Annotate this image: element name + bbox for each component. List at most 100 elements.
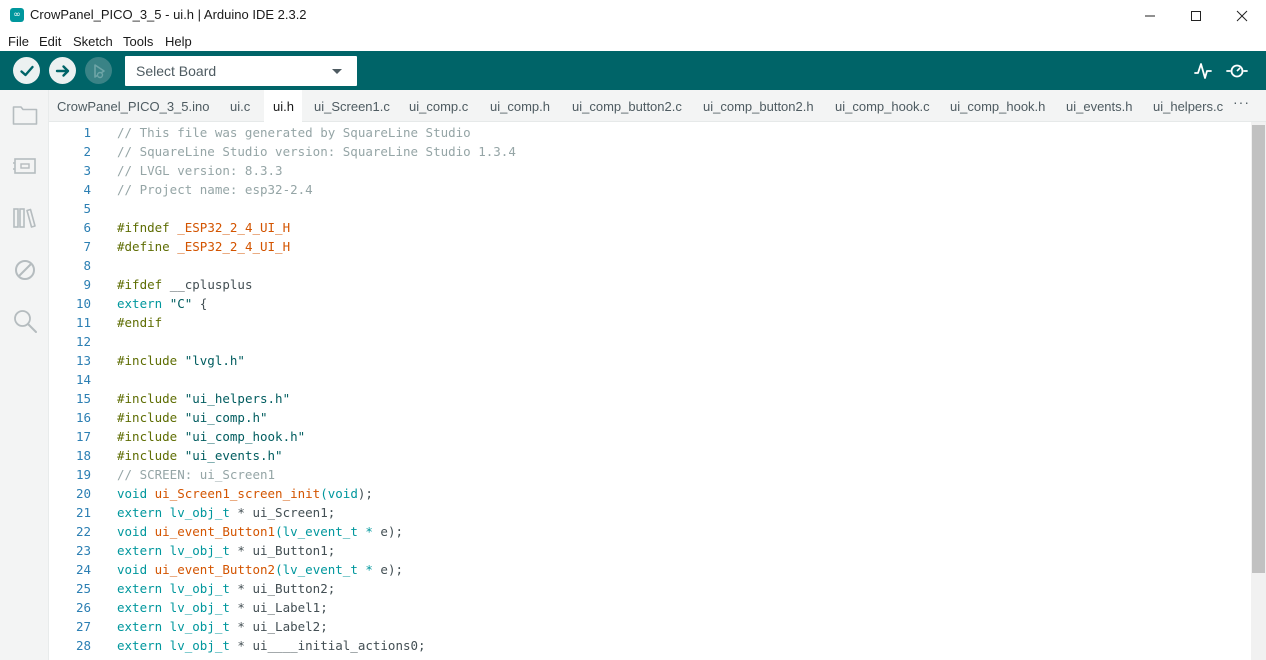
code-text: // This file was generated by SquareLine… <box>117 123 471 142</box>
code-text: #endif <box>117 313 162 332</box>
code-line: 24 void ui_event_Button2(lv_event_t * e); <box>49 560 1251 579</box>
code-text: // LVGL version: 8.3.3 <box>117 161 283 180</box>
arrow-right-icon <box>55 64 69 77</box>
tab-ui-h[interactable]: ui.h <box>264 90 302 123</box>
menu-edit[interactable]: Edit <box>39 34 61 49</box>
line-number: 10 <box>75 296 91 311</box>
code-line: 17 #include "ui_comp_hook.h" <box>49 427 1251 446</box>
code-line: 3 // LVGL version: 8.3.3 <box>49 161 1251 180</box>
menu-file[interactable]: File <box>8 34 29 49</box>
code-token: #ifndef <box>117 220 178 235</box>
serial-plotter-icon <box>1194 63 1212 79</box>
checkmark-icon <box>19 65 34 76</box>
line-number: 12 <box>75 334 91 349</box>
line-number: 3 <box>83 163 91 178</box>
code-token: extern lv_obj_t <box>117 581 238 596</box>
minimize-icon[interactable] <box>1127 0 1173 31</box>
line-number: 19 <box>75 467 91 482</box>
line-number: 9 <box>83 277 91 292</box>
code-text: extern "C" { <box>117 294 207 313</box>
line-number: 21 <box>75 505 91 520</box>
upload-button[interactable] <box>49 57 76 84</box>
code-line: 23 extern lv_obj_t * ui_Button1; <box>49 541 1251 560</box>
code-token: * ui_Button2; <box>237 581 336 596</box>
debug-button[interactable] <box>85 57 112 84</box>
code-token: extern lv_obj_t <box>117 619 238 634</box>
tab-ui-events-h[interactable]: ui_events.h <box>1055 90 1141 122</box>
tab-ui-comp-button2-h[interactable]: ui_comp_button2.h <box>693 90 825 122</box>
code-line: 18 #include "ui_events.h" <box>49 446 1251 465</box>
window-title: CrowPanel_PICO_3_5 - ui.h | Arduino IDE … <box>30 7 307 22</box>
tab-ui-c[interactable]: ui.c <box>219 90 265 122</box>
code-line: 10 extern "C" { <box>49 294 1251 313</box>
tab-ui-screen1-c[interactable]: ui_Screen1.c <box>304 90 404 122</box>
code-line: 26 extern lv_obj_t * ui_Label1; <box>49 598 1251 617</box>
code-text: void ui_Screen1_screen_init(void); <box>117 484 373 503</box>
code-editor[interactable]: 1 // This file was generated by SquareLin… <box>49 122 1251 660</box>
editor-scrollbar-thumb[interactable] <box>1252 125 1265 573</box>
serial-monitor-icon <box>1226 64 1248 78</box>
folder-icon[interactable] <box>12 102 38 128</box>
line-number: 5 <box>83 201 91 216</box>
line-number: 2 <box>83 144 91 159</box>
code-token: ui_Screen1_screen_init <box>154 486 321 501</box>
code-token: "lvgl.h" <box>184 353 245 368</box>
code-line: 28 extern lv_obj_t * ui____initial_action… <box>49 636 1251 655</box>
code-line: 8 <box>49 256 1251 275</box>
debug-disabled-icon[interactable] <box>12 257 38 283</box>
line-number: 17 <box>75 429 91 444</box>
line-number: 11 <box>75 315 91 330</box>
tab-ui-comp-hook-c[interactable]: ui_comp_hook.c <box>825 90 939 122</box>
tab-ui-comp-c[interactable]: ui_comp.c <box>401 90 481 122</box>
code-token: e); <box>380 562 403 577</box>
tab-ui-helpers-c[interactable]: ui_helpers.c <box>1141 90 1229 122</box>
code-token: #include <box>117 391 185 406</box>
tab-ui-comp-hook-h[interactable]: ui_comp_hook.h <box>939 90 1055 122</box>
line-number: 6 <box>83 220 91 235</box>
line-number: 14 <box>75 372 91 387</box>
menu-sketch[interactable]: Sketch <box>73 34 113 49</box>
menu-help[interactable]: Help <box>165 34 192 49</box>
code-line: 25 extern lv_obj_t * ui_Button2; <box>49 579 1251 598</box>
board-select[interactable]: Select Board <box>125 56 357 86</box>
code-token: void <box>117 524 155 539</box>
more-tabs-icon[interactable]: ··· <box>1233 94 1250 110</box>
code-token: * ui_Button1; <box>237 543 336 558</box>
arduino-logo-icon: ∞ <box>10 8 24 22</box>
code-text: extern lv_obj_t * ui_Button1; <box>117 541 335 560</box>
search-icon[interactable] <box>12 308 38 334</box>
line-number: 13 <box>75 353 91 368</box>
code-line: 19 // SCREEN: ui_Screen1 <box>49 465 1251 484</box>
code-token: _ESP32_2_4_UI_H <box>177 239 291 254</box>
maximize-icon[interactable] <box>1173 0 1219 31</box>
line-number: 15 <box>75 391 91 406</box>
code-token: (void <box>320 486 358 501</box>
menu-tools[interactable]: Tools <box>123 34 153 49</box>
chevron-down-icon <box>332 69 342 74</box>
code-token: __cplusplus <box>169 277 253 292</box>
tab-crowpanel-ino[interactable]: CrowPanel_PICO_3_5.ino <box>49 90 219 122</box>
code-token: // LVGL version: 8.3.3 <box>117 163 283 178</box>
tab-ui-comp-button2-c[interactable]: ui_comp_button2.c <box>563 90 693 122</box>
code-line: 27 extern lv_obj_t * ui_Label2; <box>49 617 1251 636</box>
tab-ui-comp-h[interactable]: ui_comp.h <box>481 90 563 122</box>
verify-button[interactable] <box>13 57 40 84</box>
code-line: 12 <box>49 332 1251 351</box>
code-token: "ui_helpers.h" <box>184 391 291 406</box>
code-text: #include "lvgl.h" <box>117 351 245 370</box>
code-line: 5 <box>49 199 1251 218</box>
line-number: 7 <box>83 239 91 254</box>
code-token: ui_event_Button2 <box>154 562 276 577</box>
code-token: void <box>117 562 155 577</box>
line-number: 8 <box>83 258 91 273</box>
code-token: #include <box>117 353 185 368</box>
close-icon[interactable] <box>1219 0 1265 31</box>
library-icon[interactable] <box>12 205 38 231</box>
serial-plotter-button[interactable] <box>1192 60 1214 82</box>
code-text: #include "ui_helpers.h" <box>117 389 290 408</box>
serial-monitor-button[interactable] <box>1226 60 1248 82</box>
board-manager-icon[interactable] <box>12 153 38 179</box>
code-text: extern lv_obj_t * ui____initial_actions0… <box>117 636 426 655</box>
code-token: void <box>117 486 155 501</box>
code-token: "C" <box>169 296 193 311</box>
